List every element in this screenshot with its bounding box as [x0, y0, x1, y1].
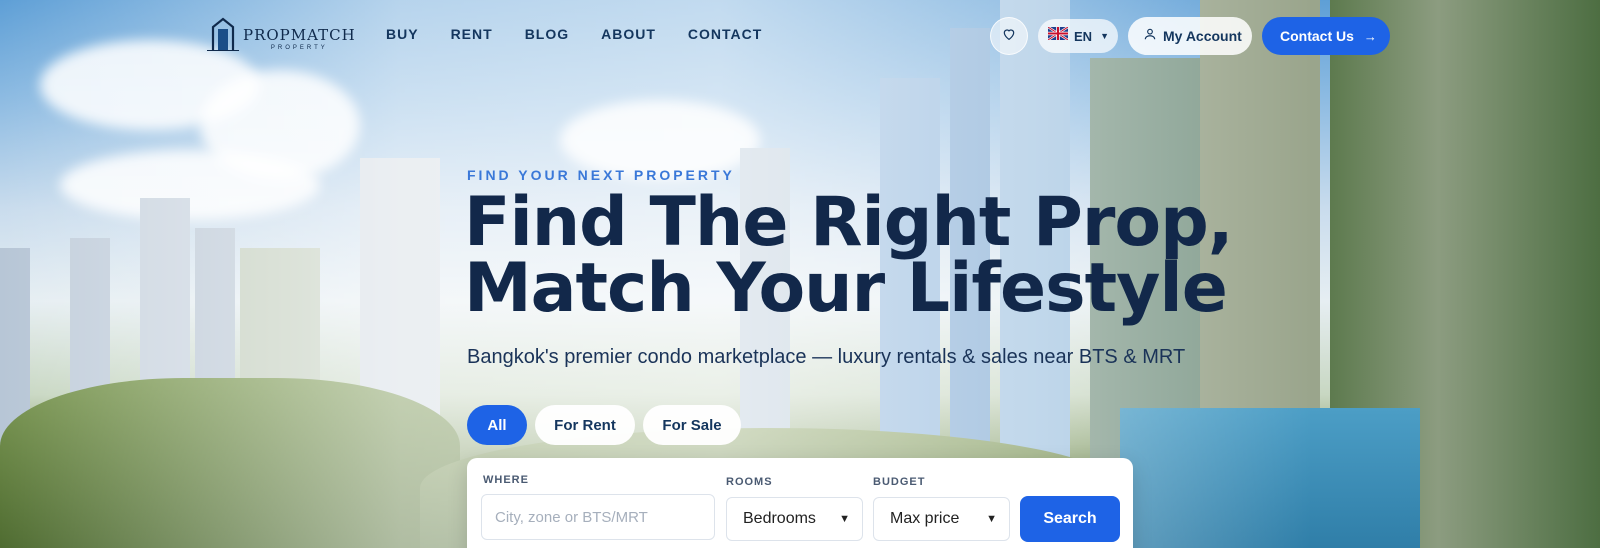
main-nav: BUY RENT BLOG ABOUT CONTACT [386, 26, 794, 42]
nav-item-blog[interactable]: BLOG [525, 26, 569, 42]
building-logo-icon [207, 17, 239, 52]
heart-icon [1001, 26, 1017, 47]
where-input[interactable] [481, 494, 715, 540]
uk-flag-icon [1047, 25, 1069, 45]
language-code: EN [1074, 28, 1093, 44]
chevron-down-icon: ▼ [1100, 31, 1109, 41]
language-selector[interactable]: EN ▼ [1038, 19, 1118, 53]
budget-label: BUDGET [873, 476, 926, 488]
rooms-label: ROOMS [726, 476, 773, 488]
hero-headline-line1: Find The Right Prop, [464, 183, 1234, 262]
chevron-down-icon: ▼ [986, 513, 997, 525]
brand-tagline: PROPERTY [270, 45, 328, 51]
bedrooms-select[interactable]: Bedrooms ▼ [726, 497, 863, 541]
where-label: WHERE [483, 474, 529, 486]
brand-name: PROPMATCH [243, 26, 356, 44]
tab-all[interactable]: All [467, 405, 527, 445]
user-icon [1143, 27, 1157, 46]
nav-item-contact[interactable]: CONTACT [688, 26, 762, 42]
my-account-button[interactable]: My Account [1128, 17, 1252, 55]
search-button[interactable]: Search [1020, 496, 1120, 542]
arrow-right-icon: → [1363, 28, 1377, 44]
tab-for-rent[interactable]: For Rent [535, 405, 635, 445]
brand-logo[interactable]: PROPMATCH PROPERTY [207, 17, 356, 52]
bedrooms-select-value: Bedrooms [743, 510, 816, 527]
contact-us-button[interactable]: Contact Us → [1262, 17, 1390, 55]
my-account-label: My Account [1163, 28, 1242, 44]
contact-us-label: Contact Us [1280, 28, 1354, 44]
max-price-select[interactable]: Max price ▼ [873, 497, 1010, 541]
hero-subtitle: Bangkok's premier condo marketplace — lu… [467, 346, 1186, 368]
chevron-down-icon: ▼ [839, 513, 850, 525]
max-price-select-value: Max price [890, 510, 960, 527]
hero-eyebrow: FIND YOUR NEXT PROPERTY [467, 167, 735, 183]
tab-for-sale[interactable]: For Sale [643, 405, 741, 445]
nav-item-about[interactable]: ABOUT [601, 26, 656, 42]
property-search-form: WHERE ROOMS Bedrooms ▼ BUDGET Max price … [467, 458, 1133, 548]
listing-type-tabs: All For Rent For Sale [467, 405, 749, 445]
favorites-button[interactable] [990, 17, 1028, 55]
site-header: PROPMATCH PROPERTY BUY RENT BLOG ABOUT C… [0, 0, 1600, 70]
nav-item-buy[interactable]: BUY [386, 26, 419, 42]
nav-item-rent[interactable]: RENT [451, 26, 493, 42]
hero-headline-line2: Match Your Lifestyle [464, 249, 1228, 328]
hero-headline: Find The Right Prop, Match Your Lifestyl… [464, 183, 1234, 328]
